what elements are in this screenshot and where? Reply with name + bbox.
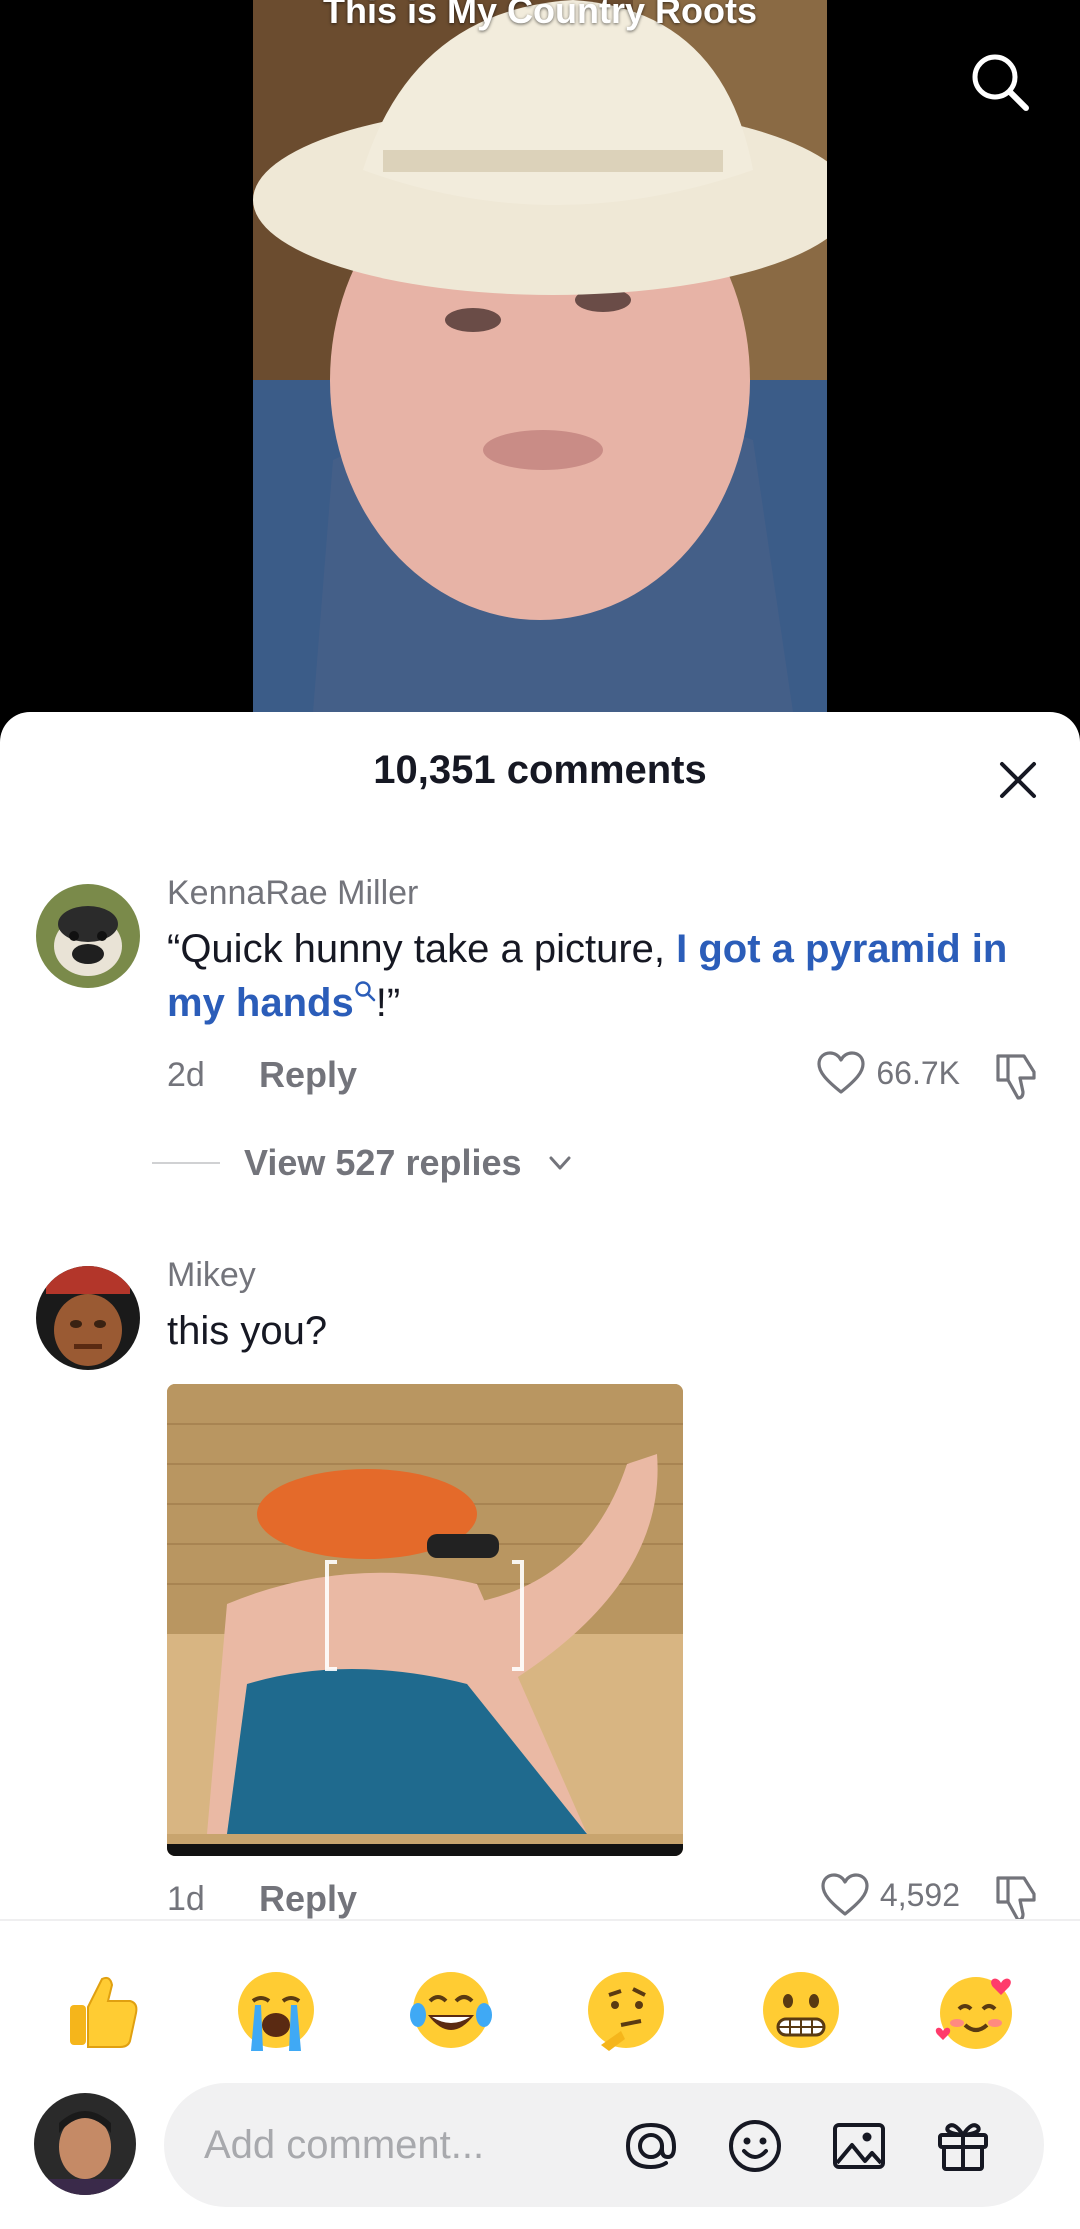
thinking-emoji[interactable] (581, 1965, 671, 2055)
comment-age: 2d (167, 1056, 205, 1094)
comment-text-part: “Quick hunny take a picture, (167, 927, 677, 971)
view-replies-button[interactable]: View 527 replies (152, 1142, 574, 1184)
avatar[interactable] (36, 1266, 140, 1370)
comment-text-part: !” (375, 981, 401, 1025)
divider (152, 1162, 220, 1164)
comment-text: this you? (167, 1309, 328, 1353)
dislike-icon[interactable] (990, 1050, 1042, 1102)
comment-composer-bar (0, 1919, 1080, 2229)
like-button[interactable]: 66.7K (816, 1050, 960, 1096)
smiling-with-hearts-emoji[interactable] (931, 1965, 1021, 2055)
comment-username[interactable]: KennaRae Miller (167, 874, 418, 913)
comment-username[interactable]: Mikey (167, 1256, 256, 1295)
comment-input-container[interactable] (164, 2083, 1044, 2207)
like-count: 4,592 (879, 1876, 960, 1913)
search-icon (355, 980, 376, 1001)
close-icon[interactable] (994, 756, 1042, 804)
tears-of-joy-emoji[interactable] (406, 1965, 496, 2055)
video-player[interactable]: This is My Country Roots (0, 0, 1080, 712)
loudly-crying-emoji[interactable] (231, 1965, 321, 2055)
comment-text: “Quick hunny take a picture, I got a pyr… (167, 922, 1047, 1030)
chevron-down-icon (549, 1156, 571, 1170)
emoji-smiley-icon[interactable] (726, 2117, 784, 2175)
my-avatar[interactable] (34, 2093, 136, 2195)
image-icon[interactable] (830, 2117, 888, 2175)
heart-icon (817, 1051, 865, 1094)
dislike-icon[interactable] (990, 1872, 1042, 1924)
video-caption: This is My Country Roots (322, 0, 758, 31)
gift-icon[interactable] (934, 2117, 992, 2175)
heart-icon (821, 1873, 869, 1916)
thumbs-up-emoji[interactable] (56, 1965, 146, 2055)
reply-button[interactable]: Reply (259, 1878, 357, 1920)
video-still-illustration (253, 0, 827, 712)
comments-count-title: 10,351 comments (373, 748, 707, 792)
mention-icon[interactable] (622, 2117, 680, 2175)
comment-age: 1d (167, 1880, 205, 1918)
video-frame (253, 0, 827, 712)
grimacing-emoji[interactable] (756, 1965, 846, 2055)
add-comment-input[interactable] (204, 2083, 624, 2207)
quick-emoji-row (0, 1965, 1080, 2055)
avatar[interactable] (36, 884, 140, 988)
comment-gif-image[interactable] (167, 1384, 683, 1856)
like-button[interactable]: 4,592 (820, 1872, 960, 1918)
like-count: 66.7K (876, 1054, 960, 1091)
search-icon[interactable] (968, 50, 1032, 114)
view-replies-label: View 527 replies (244, 1142, 522, 1183)
reply-button[interactable]: Reply (259, 1054, 357, 1096)
